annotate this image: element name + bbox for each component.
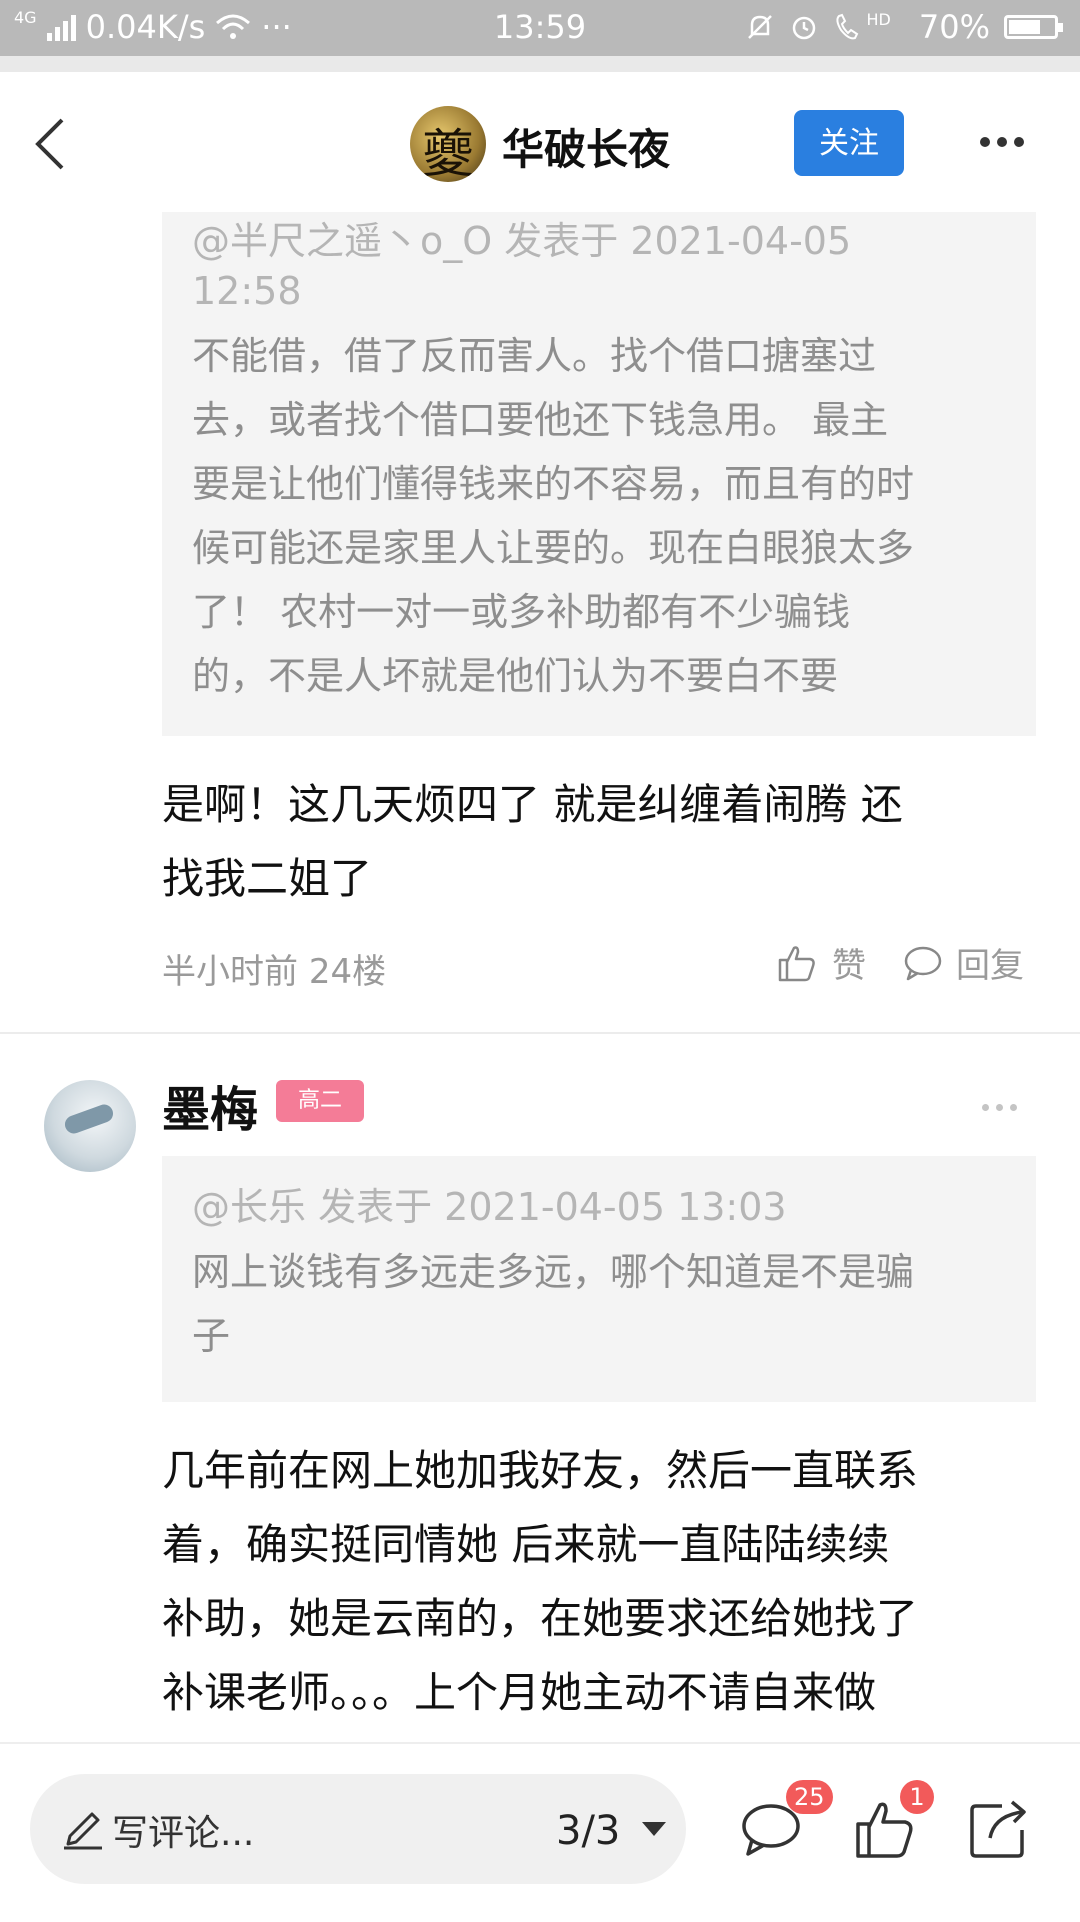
reply-line: 补课老师。。。上个月她主动不请自来做 — [162, 1668, 877, 1717]
quote-line: 了！ 农村一对一或多补助都有不少骗钱 — [192, 590, 851, 634]
post-floor: 24楼 — [308, 952, 387, 992]
share-button[interactable] — [966, 1796, 1036, 1866]
chevron-down-icon[interactable] — [642, 1822, 666, 1836]
grade-badge: 高二 — [276, 1080, 364, 1122]
comment-count-badge: 25 — [786, 1780, 833, 1814]
quote-body: 网上谈钱有多远走多远，哪个知道是不是骗 子 — [192, 1240, 1006, 1368]
quote-meta: @半尺之遥丶o_O 发表于 2021-04-05 12:58 — [192, 219, 852, 313]
reply-line: 找我二姐了 — [162, 854, 373, 903]
reply-line: 是啊！这几天烦四了 就是纠缠着闹腾 还 — [162, 780, 903, 829]
quote-line: 子 — [192, 1314, 231, 1358]
status-bar: 4G 0.04K/s ··· 13:59 HD 70% — [0, 0, 1080, 56]
author-avatar[interactable]: 夔 — [410, 106, 486, 182]
mute-bell-icon — [747, 15, 772, 39]
share-icon — [970, 1800, 1026, 1858]
like-post-button[interactable]: 1 — [852, 1780, 934, 1866]
quote-body: 不能借，借了反而害人。找个借口搪塞过 去，或者找个借口要他还下钱急用。 最主 要… — [192, 324, 1006, 708]
like-label: 赞 — [832, 946, 866, 986]
battery-percent: 70% — [918, 8, 990, 46]
battery-icon — [1004, 15, 1063, 39]
alarm-icon — [792, 16, 815, 40]
like-button[interactable]: 赞 — [776, 938, 866, 987]
comment-placeholder: 写评论... — [112, 1813, 255, 1854]
divider — [0, 1032, 1080, 1034]
call-hd-icon — [835, 13, 858, 40]
comment-input[interactable]: 写评论... 3/3 — [30, 1774, 686, 1884]
comment-bubble-icon — [904, 946, 942, 980]
post-time-floor: 半小时前 24楼 — [162, 944, 386, 993]
reply-button[interactable]: 回复 — [902, 938, 1024, 987]
quote-line: 要是让他们懂得钱来的不容易，而且有的时 — [192, 462, 915, 506]
user-avatar[interactable] — [44, 1080, 136, 1172]
quote-meta: @长乐 发表于 2021-04-05 13:03 — [192, 1185, 787, 1229]
comments-button[interactable]: 25 — [738, 1780, 833, 1866]
follow-button[interactable]: 关注 — [794, 110, 904, 176]
reply-line: 着，确实挺同情她 后来就一直陆陆续续 — [162, 1520, 890, 1569]
page-indicator[interactable]: 3/3 — [556, 1808, 620, 1854]
pen-icon — [64, 1812, 102, 1850]
post-more-icon[interactable] — [982, 1096, 1024, 1115]
back-arrow-icon[interactable] — [30, 112, 90, 172]
bottom-action-bar: 写评论... 3/3 25 1 — [0, 1742, 1080, 1922]
reply-text: 几年前在网上她加我好友，然后一直联系 着，确实挺同情她 后来就一直陆陆续续 补助… — [162, 1434, 1042, 1730]
quoted-comment: @长乐 发表于 2021-04-05 13:03 网上谈钱有多远走多远，哪个知道… — [162, 1156, 1036, 1402]
quote-line: 网上谈钱有多远走多远，哪个知道是不是骗 — [192, 1250, 915, 1294]
page-title[interactable]: 华破长夜 — [502, 116, 670, 177]
reply-label: 回复 — [956, 946, 1024, 986]
like-count-badge: 1 — [900, 1780, 934, 1814]
more-icon[interactable] — [980, 132, 1036, 152]
thumb-up-icon — [778, 945, 815, 981]
quote-line: 的，不是人坏就是他们认为不要白不要 — [192, 654, 839, 698]
post-meta-row: 半小时前 24楼 赞 回复 — [162, 944, 1042, 994]
status-bar-shadow — [0, 56, 1080, 72]
quote-line: 去，或者找个借口要他还下钱急用。 最主 — [192, 398, 889, 442]
quote-line: 不能借，借了反而害人。找个借口搪塞过 — [192, 334, 877, 378]
quote-line: 候可能还是家里人让要的。现在白眼狼太多 — [192, 526, 915, 570]
top-nav-bar: 夔 华破长夜 关注 — [0, 72, 1080, 212]
reply-text: 是啊！这几天烦四了 就是纠缠着闹腾 还 找我二姐了 — [162, 768, 1042, 916]
post-time: 半小时前 — [162, 952, 298, 992]
quoted-comment: @半尺之遥丶o_O 发表于 2021-04-05 12:58 不能借，借了反而害… — [162, 212, 1036, 736]
hd-label: HD — [866, 9, 891, 29]
username[interactable]: 墨梅 — [162, 1070, 258, 1140]
reply-line: 补助，她是云南的，在她要求还给她找了 — [162, 1594, 919, 1643]
reply-line: 几年前在网上她加我好友，然后一直联系 — [162, 1446, 919, 1495]
